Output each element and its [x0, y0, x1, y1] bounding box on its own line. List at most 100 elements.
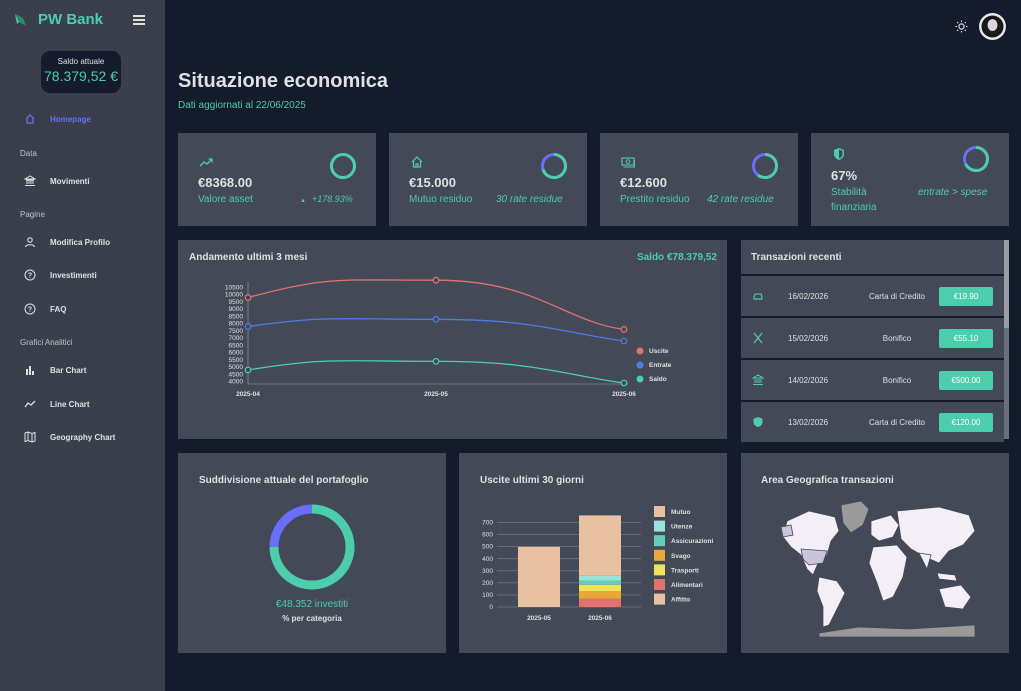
stat-card-mutuo: €15.000 Mutuo residuo 30 rate residue	[389, 133, 587, 226]
y-tick-label: 0	[489, 604, 493, 611]
menu-toggle-icon[interactable]	[133, 15, 145, 25]
y-tick-label: 200	[482, 580, 493, 587]
transaction-type: Bonifico	[882, 375, 912, 385]
y-tick-label: 8500	[229, 313, 244, 320]
y-tick-label: 100	[482, 592, 493, 599]
y-tick-label: 8000	[229, 321, 244, 328]
stat-extra: 42 rate residue	[707, 194, 774, 205]
bar-segment-svago	[579, 584, 621, 592]
home-icon	[411, 156, 423, 168]
geo-title: Area Geografica transazioni	[761, 475, 894, 486]
sun-icon[interactable]	[955, 20, 968, 33]
data-point	[432, 357, 440, 365]
australia	[938, 584, 972, 610]
stat-change: ▲ +178.93%	[300, 194, 353, 204]
sidebar-item-line-chart[interactable]: Line Chart	[24, 398, 90, 410]
shield-icon	[753, 417, 763, 427]
transaction-type: Carta di Credito	[868, 417, 926, 427]
legend-swatch	[654, 520, 665, 532]
transaction-type: Carta di Credito	[868, 291, 926, 301]
greenland	[840, 500, 870, 534]
logo-icon	[15, 13, 26, 26]
bar-segment-alimentari	[579, 598, 621, 607]
svg-text:?: ?	[28, 273, 32, 280]
portfolio-amount: €48.352 investiti	[275, 599, 349, 610]
stat-card-prestito: €12.600 Prestito residuo 42 rate residue	[600, 133, 798, 226]
stat-value: 67%	[831, 168, 858, 183]
data-point	[432, 276, 440, 284]
data-point	[620, 326, 628, 333]
brand[interactable]: PW Bank	[14, 11, 103, 28]
transaction-row[interactable]: 15/02/2026 Bonifico €55.10	[741, 318, 1004, 358]
transaction-row[interactable]: 14/02/2026 Bonifico €500.00	[741, 360, 1004, 400]
progress-ring	[330, 153, 356, 179]
x-tick-label: 2025-05	[527, 615, 551, 622]
user-icon	[24, 237, 36, 248]
cash-icon	[621, 157, 635, 168]
transaction-amount[interactable]: €120.00	[939, 412, 993, 432]
sidebar-item-label: Line Chart	[50, 399, 90, 409]
legend-swatch	[636, 375, 644, 383]
sidebar-item-modifica-profilo[interactable]: Modifica Profilo	[24, 236, 110, 248]
legend-swatch	[636, 347, 644, 355]
legend-label: Svago	[671, 553, 691, 560]
trending-up-icon	[199, 158, 213, 167]
y-tick-label: 700	[482, 520, 493, 527]
y-tick-label: 4000	[229, 379, 244, 386]
indonesia	[936, 572, 958, 582]
y-tick-label: 600	[482, 532, 493, 539]
legend-label: Mutuo	[671, 509, 691, 516]
stat-value: €12.600	[620, 175, 667, 190]
data-point	[432, 315, 440, 323]
scrollbar-thumb[interactable]	[1004, 240, 1009, 328]
progress-ring	[752, 153, 778, 179]
north-america	[782, 510, 840, 576]
transaction-amount[interactable]: €55.10	[939, 328, 993, 348]
sidebar-item-investimenti[interactable]: ? Investimenti	[24, 269, 97, 281]
portfolio-caption: % per categoria	[282, 614, 342, 623]
x-tick-label: 2025-05	[424, 391, 448, 398]
legend-label: Uscite	[649, 348, 669, 355]
line-chart: 4000450050005500600065007000750080008500…	[225, 276, 672, 398]
alaska	[780, 524, 794, 538]
sidebar-item-faq[interactable]: ? FAQ	[24, 303, 66, 315]
legend-label: Utenze	[671, 524, 693, 531]
y-tick-label: 7000	[229, 335, 244, 342]
shield-icon	[834, 148, 844, 160]
sidebar-item-homepage[interactable]: Homepage	[24, 113, 91, 125]
stat-card-stabilita: 67% Stabilità finanziaria entrate > spes…	[811, 133, 1009, 226]
transaction-amount[interactable]: €500.00	[939, 370, 993, 390]
legend-swatch	[636, 361, 644, 369]
sidebar-item-label: FAQ	[50, 304, 67, 314]
y-tick-label: 7500	[229, 328, 244, 335]
legend-swatch	[654, 506, 665, 517]
legend-label: Affitto	[671, 597, 690, 604]
stat-label: Stabilità finanziaria	[831, 187, 877, 213]
help-icon: ?	[24, 303, 36, 315]
sidebar-item-geography-chart[interactable]: Geography Chart	[24, 431, 115, 443]
transaction-row[interactable]: 13/02/2026 Carta di Credito €120.00	[741, 402, 1004, 442]
avatar[interactable]	[979, 13, 1006, 40]
transaction-date: 15/02/2026	[788, 333, 829, 343]
y-tick-label: 9000	[229, 306, 244, 313]
bank-icon	[752, 374, 764, 385]
progress-ring	[541, 153, 567, 179]
help-icon: ?	[24, 269, 36, 281]
stat-change-value: +178.93%	[311, 194, 353, 204]
south-america	[816, 576, 846, 628]
sidebar-item-label: Bar Chart	[50, 365, 87, 375]
data-point	[244, 294, 252, 301]
bar-segment-assicurazioni	[579, 580, 621, 585]
transaction-date: 13/02/2026	[788, 417, 829, 427]
sidebar-section-pagine: Pagine	[20, 210, 45, 219]
ring-fill	[330, 153, 356, 179]
portfolio-title: Suddivisione attuale del portafoglio	[199, 475, 369, 486]
transaction-amount[interactable]: €19.90	[939, 286, 993, 306]
sidebar-item-bar-chart[interactable]: Bar Chart	[24, 364, 86, 376]
page-subtitle: Dati aggiornati al 22/06/2025	[178, 100, 306, 111]
world-map[interactable]	[779, 497, 979, 637]
sidebar-item-movimenti[interactable]: Movimenti	[24, 175, 90, 187]
data-point	[620, 379, 628, 387]
transaction-date: 14/02/2026	[788, 375, 829, 385]
transaction-row[interactable]: 16/02/2026 Carta di Credito €19.90	[741, 276, 1004, 316]
